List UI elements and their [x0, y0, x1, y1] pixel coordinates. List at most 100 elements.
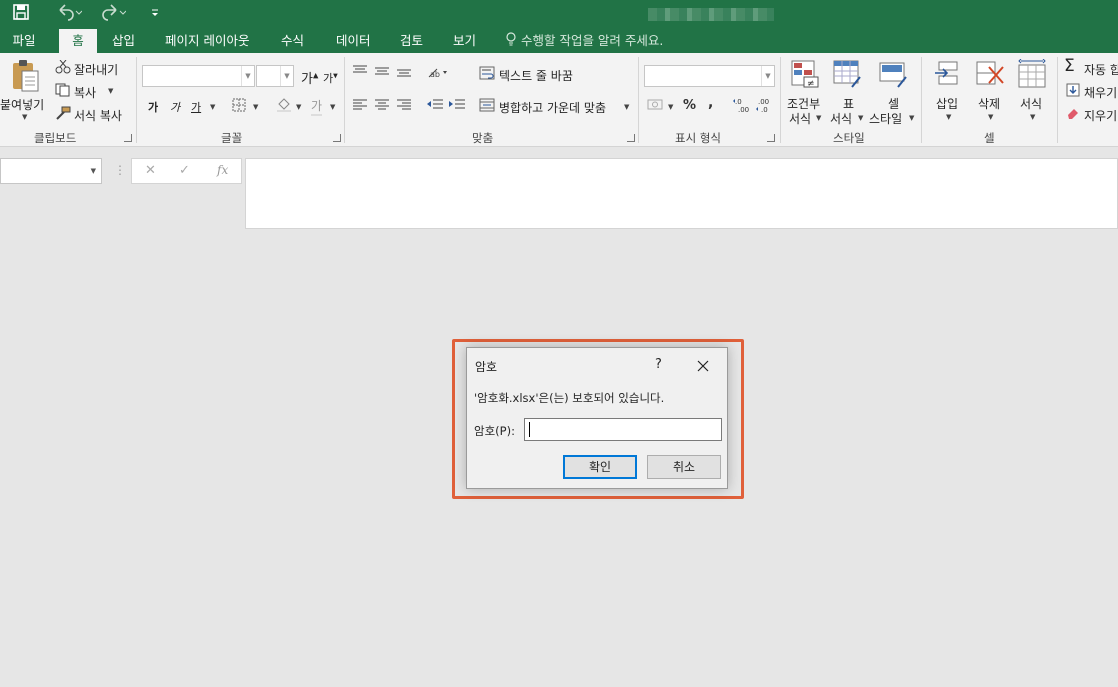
underline-button[interactable]: 가 — [191, 99, 201, 115]
delete-cells-icon — [975, 59, 1005, 92]
chevron-down-icon[interactable]: ▼ — [91, 167, 96, 175]
number-format-combo[interactable]: ▼ — [644, 65, 775, 87]
fill-down-icon — [1066, 83, 1080, 100]
wrap-text-button[interactable]: 텍스트 줄 바꿈 — [499, 67, 573, 84]
font-launcher-icon[interactable] — [333, 134, 341, 142]
delete-cells-button[interactable]: 삭제 — [978, 95, 1000, 112]
number-launcher-icon[interactable] — [767, 134, 775, 142]
underline-dropdown-icon[interactable]: ▼ — [210, 103, 215, 111]
format-painter-button[interactable]: 서식 복사 — [74, 107, 122, 124]
password-dialog: 암호 ? '암호화.xlsx'은(는) 보호되어 있습니다. 암호(P): 확인… — [466, 347, 728, 489]
insert-function-icon[interactable]: fx — [217, 163, 228, 177]
chevron-down-icon[interactable]: ▼ — [241, 66, 254, 86]
divider — [638, 57, 639, 143]
tab-data[interactable]: 데이터 — [336, 29, 371, 53]
align-center-icon[interactable] — [374, 99, 390, 114]
fill-color-dropdown-icon[interactable]: ▼ — [296, 103, 301, 111]
cut-button[interactable]: 잘라내기 — [74, 61, 118, 78]
divider — [136, 57, 137, 143]
cancel-edit-icon[interactable]: ✕ — [145, 163, 156, 178]
copy-button[interactable]: 복사 — [74, 84, 96, 101]
percent-button[interactable]: % — [683, 98, 696, 113]
paste-icon[interactable] — [10, 59, 40, 96]
shrink-font-button[interactable]: 가▼ — [323, 70, 338, 86]
delete-dropdown-icon[interactable]: ▼ — [988, 113, 993, 121]
tell-me-box[interactable]: 수행할 작업을 알려 주세요. — [505, 29, 663, 53]
lightbulb-icon — [505, 30, 517, 54]
decrease-decimal-icon[interactable]: .00.0 — [756, 97, 772, 116]
tab-home[interactable]: 홈 — [59, 29, 97, 53]
font-name-combo[interactable]: ▼ — [142, 65, 255, 87]
copy-dropdown-icon[interactable]: ▼ — [108, 87, 113, 95]
borders-icon[interactable] — [232, 98, 246, 115]
fill-color-icon[interactable] — [276, 96, 292, 115]
align-right-icon[interactable] — [396, 99, 412, 114]
bold-button[interactable]: 가 — [148, 99, 158, 115]
chevron-down-icon[interactable]: ▼ — [761, 66, 774, 86]
dialog-title: 암호 — [475, 360, 498, 374]
cell-styles-label-2[interactable]: 스타일 — [869, 110, 902, 127]
paste-button[interactable]: 붙여넣기 — [0, 96, 44, 113]
password-input[interactable] — [524, 418, 722, 441]
conditional-format-icon: ≠ — [790, 59, 820, 92]
tab-insert[interactable]: 삽입 — [112, 29, 135, 53]
format-dropdown-icon[interactable]: ▼ — [1030, 113, 1035, 121]
tab-review[interactable]: 검토 — [400, 29, 423, 53]
cell-styles-dropdown-icon[interactable]: ▼ — [909, 114, 914, 122]
comma-button[interactable]: , — [708, 95, 713, 111]
help-icon[interactable]: ? — [655, 357, 662, 372]
tab-file[interactable]: 파일 — [0, 29, 48, 53]
customize-icon[interactable] — [150, 3, 160, 23]
paste-dropdown-icon[interactable]: ▼ — [22, 113, 27, 121]
conditional-dropdown-icon[interactable]: ▼ — [816, 114, 821, 122]
alignment-group-label: 맞춤 — [472, 131, 494, 145]
fill-button[interactable]: 채우기 — [1084, 84, 1117, 101]
autosum-button[interactable]: 자동 합 — [1084, 61, 1118, 78]
redo-icon[interactable] — [100, 3, 127, 23]
grow-font-button[interactable]: 가▲ — [301, 68, 318, 87]
tab-formulas[interactable]: 수식 — [281, 29, 304, 53]
font-color-button[interactable]: 가 — [311, 97, 323, 116]
chevron-down-icon[interactable]: ▼ — [280, 66, 293, 86]
conditional-format-label-2[interactable]: 서식 — [789, 110, 811, 127]
align-top-icon[interactable] — [352, 64, 368, 81]
format-table-dropdown-icon[interactable]: ▼ — [858, 114, 863, 122]
formula-bar-grip-icon[interactable]: ⋮ — [114, 163, 126, 177]
insert-cells-button[interactable]: 삽입 — [936, 95, 958, 112]
format-table-label-2[interactable]: 서식 — [830, 110, 852, 127]
formula-input[interactable] — [245, 158, 1118, 229]
merge-center-button[interactable]: 병합하고 가운데 맞춤 — [499, 99, 606, 116]
clipboard-launcher-icon[interactable] — [124, 134, 132, 142]
font-color-dropdown-icon[interactable]: ▼ — [330, 103, 335, 111]
merge-dropdown-icon[interactable]: ▼ — [624, 103, 629, 111]
font-size-combo[interactable]: ▼ — [256, 65, 294, 87]
undo-icon[interactable] — [56, 3, 83, 23]
accounting-format-icon[interactable] — [647, 98, 665, 115]
decrease-indent-icon[interactable] — [426, 98, 444, 115]
clear-button[interactable]: 지우기 — [1084, 107, 1117, 124]
ok-button[interactable]: 확인 — [563, 455, 637, 479]
align-left-icon[interactable] — [352, 99, 368, 114]
tab-page-layout[interactable]: 페이지 레이아웃 — [165, 29, 249, 53]
format-cells-button[interactable]: 서식 — [1020, 95, 1042, 112]
borders-dropdown-icon[interactable]: ▼ — [253, 103, 258, 111]
alignment-launcher-icon[interactable] — [627, 134, 635, 142]
confirm-edit-icon[interactable]: ✓ — [179, 163, 190, 178]
styles-group-label: 스타일 — [833, 131, 865, 145]
insert-dropdown-icon[interactable]: ▼ — [946, 113, 951, 121]
orientation-icon[interactable]: ab — [427, 66, 447, 83]
align-middle-icon[interactable] — [374, 64, 390, 81]
increase-decimal-icon[interactable]: .0.00 — [733, 97, 749, 116]
align-bottom-icon[interactable] — [396, 64, 412, 81]
close-icon[interactable] — [693, 356, 713, 376]
italic-button[interactable]: 가 — [170, 99, 180, 115]
tab-view[interactable]: 보기 — [453, 29, 476, 53]
increase-indent-icon[interactable] — [448, 98, 466, 115]
cancel-button[interactable]: 취소 — [647, 455, 721, 479]
name-box[interactable]: ▼ — [0, 158, 102, 184]
svg-text:.00: .00 — [758, 98, 769, 106]
svg-text:≠: ≠ — [807, 79, 815, 89]
save-icon[interactable] — [12, 3, 30, 23]
svg-text:.0: .0 — [761, 106, 768, 113]
accounting-dropdown-icon[interactable]: ▼ — [668, 103, 673, 111]
